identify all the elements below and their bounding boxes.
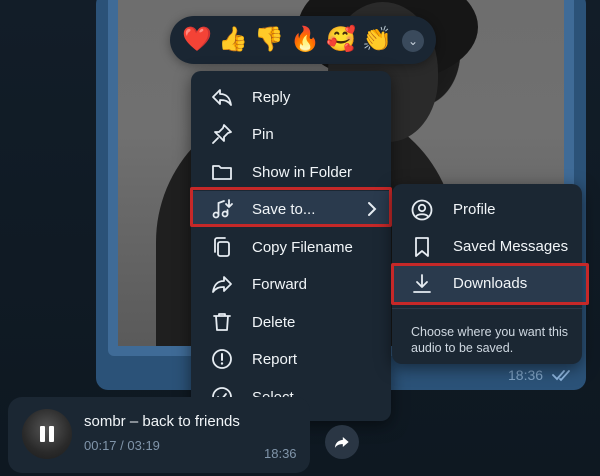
reaction-thumbs-up[interactable]: 👍	[216, 23, 250, 57]
trash-icon	[213, 313, 231, 331]
forward-icon	[212, 276, 232, 293]
submenu-item-profile[interactable]: Profile	[392, 191, 582, 228]
copy-icon	[214, 237, 230, 257]
read-checks-icon	[552, 370, 570, 382]
highlight-downloads	[391, 263, 589, 305]
submenu-item-label: Profile	[453, 201, 496, 218]
reaction-thumbs-down[interactable]: 👎	[252, 23, 286, 57]
submenu-item-label: Saved Messages	[453, 238, 569, 255]
reaction-smiling-hearts[interactable]: 🥰	[324, 23, 358, 57]
pin-icon	[212, 124, 232, 144]
folder-icon	[212, 165, 232, 180]
menu-item-label: Copy Filename	[252, 238, 353, 256]
highlight-save-to	[190, 187, 392, 227]
audio-progress: 00:17 / 03:19	[84, 438, 160, 453]
menu-item-label: Show in Folder	[252, 163, 353, 181]
submenu-hint: Choose where you want this audio to be s…	[411, 325, 569, 355]
reaction-heart[interactable]: ❤️	[180, 23, 214, 57]
chevron-down-icon[interactable]: ⌄	[402, 30, 424, 52]
share-icon	[334, 437, 349, 448]
reply-icon	[212, 89, 232, 106]
menu-item-label: Pin	[252, 125, 274, 143]
reaction-clapping-hands[interactable]: 👏	[360, 23, 394, 57]
share-button[interactable]	[325, 425, 359, 459]
menu-item-reply[interactable]: Reply	[191, 79, 391, 115]
menu-item-report[interactable]: Report	[191, 341, 391, 377]
menu-item-copy-filename[interactable]: Copy Filename	[191, 229, 391, 265]
context-menu: Reply Pin Show in Folder Save to... Copy…	[191, 71, 391, 421]
reaction-fire[interactable]: 🔥	[288, 23, 322, 57]
submenu-item-saved-messages[interactable]: Saved Messages	[392, 228, 582, 265]
menu-item-label: Forward	[252, 275, 308, 293]
audio-time: 18:36	[264, 446, 297, 461]
message-time: 18:36	[508, 367, 544, 383]
menu-item-forward[interactable]: Forward	[191, 266, 391, 302]
menu-item-label: Report	[252, 350, 298, 368]
audio-title: sombr – back to friends	[84, 413, 240, 430]
reactions-bar: ❤️ 👍 👎 🔥 🥰 👏 ⌄	[170, 16, 436, 64]
menu-item-label: Reply	[252, 88, 291, 106]
report-icon	[212, 349, 232, 369]
profile-icon	[411, 199, 433, 221]
menu-item-label: Delete	[252, 313, 296, 331]
menu-item-show-in-folder[interactable]: Show in Folder	[191, 154, 391, 190]
submenu-divider	[392, 308, 582, 309]
menu-item-pin[interactable]: Pin	[191, 116, 391, 152]
pause-icon[interactable]	[37, 424, 57, 444]
menu-item-delete[interactable]: Delete	[191, 304, 391, 340]
bookmark-icon	[415, 237, 429, 257]
